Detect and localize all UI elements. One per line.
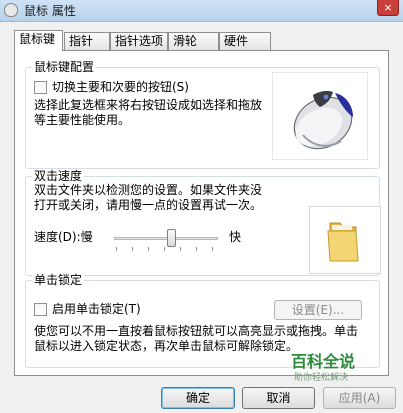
tab-pointers[interactable]: 指针 <box>64 32 110 50</box>
tab-wheel[interactable]: 滑轮 <box>168 32 219 50</box>
mouse-icon <box>293 91 353 150</box>
slider-tick <box>132 247 133 251</box>
click-lock-legend: 单击锁定 <box>32 273 85 287</box>
tab-hardware[interactable]: 硬件 <box>219 32 271 50</box>
click-lock-description-line2: 鼠标以进入锁定状态，再次单击鼠标可解除锁定。 <box>34 339 299 353</box>
double-click-group: 双击速度 双击文件夹以检测您的设置。如果文件夹没 打开或关闭，请用慢一点的设置再… <box>25 169 381 276</box>
click-lock-description-line1: 使您可以不用一直按着鼠标按钮就可以高亮显示或拖拽。单击 <box>34 324 359 338</box>
ok-button[interactable]: 确定 <box>161 387 235 409</box>
speed-slider-thumb[interactable] <box>166 229 176 247</box>
click-lock-checkbox[interactable] <box>34 303 47 316</box>
speed-slow-label: 速度(D):慢 <box>34 230 93 244</box>
tab-buttons[interactable]: 鼠标键 <box>14 30 63 51</box>
title-bar: 鼠标 属性 × <box>0 0 403 22</box>
button-config-legend: 鼠标键配置 <box>32 60 97 74</box>
click-lock-label: 启用单击锁定(T) <box>52 302 141 316</box>
watermark-subtitle: 助你轻松解决 <box>294 373 349 383</box>
window-title: 鼠标 属性 <box>24 4 76 18</box>
slider-tick <box>116 247 117 251</box>
slider-tick <box>196 247 197 251</box>
swap-description-line2: 等主要性能使用。 <box>34 113 131 127</box>
double-click-description-line2: 打开或关闭，请用慢一点的设置再试一次。 <box>34 198 263 212</box>
apply-button[interactable]: 应用(A) <box>323 387 396 409</box>
slider-tick <box>164 247 165 251</box>
swap-buttons-label: 切换主要和次要的按钮(S) <box>52 80 189 94</box>
folder-icon <box>327 222 359 262</box>
slider-tick <box>180 247 181 251</box>
click-lock-settings-button[interactable]: 设置(E)... <box>274 300 362 320</box>
slider-tick <box>148 247 149 251</box>
double-click-description-line1: 双击文件夹以检测您的设置。如果文件夹没 <box>34 183 263 197</box>
tab-panel: 鼠标键配置 切换主要和次要的按钮(S) 选择此复选框来将右按钮设成如选择和拖放 … <box>14 50 389 376</box>
slider-tick <box>212 247 213 251</box>
tab-pointer-options[interactable]: 指针选项 <box>110 32 168 50</box>
mouse-preview <box>272 72 368 160</box>
close-button[interactable]: × <box>377 0 399 16</box>
cancel-button[interactable]: 取消 <box>242 387 315 409</box>
close-icon: × <box>383 1 393 14</box>
swap-description-line1: 选择此复选框来将右按钮设成如选择和拖放 <box>34 98 263 112</box>
speed-fast-label: 快 <box>229 230 242 244</box>
watermark-title: 百科全说 <box>291 352 356 371</box>
mouse-app-icon <box>4 3 18 17</box>
double-click-legend: 双击速度 <box>32 169 85 183</box>
swap-buttons-checkbox[interactable] <box>34 81 47 94</box>
button-config-group: 鼠标键配置 切换主要和次要的按钮(S) 选择此复选框来将右按钮设成如选择和拖放 … <box>25 60 380 169</box>
test-folder-area[interactable] <box>309 206 381 274</box>
